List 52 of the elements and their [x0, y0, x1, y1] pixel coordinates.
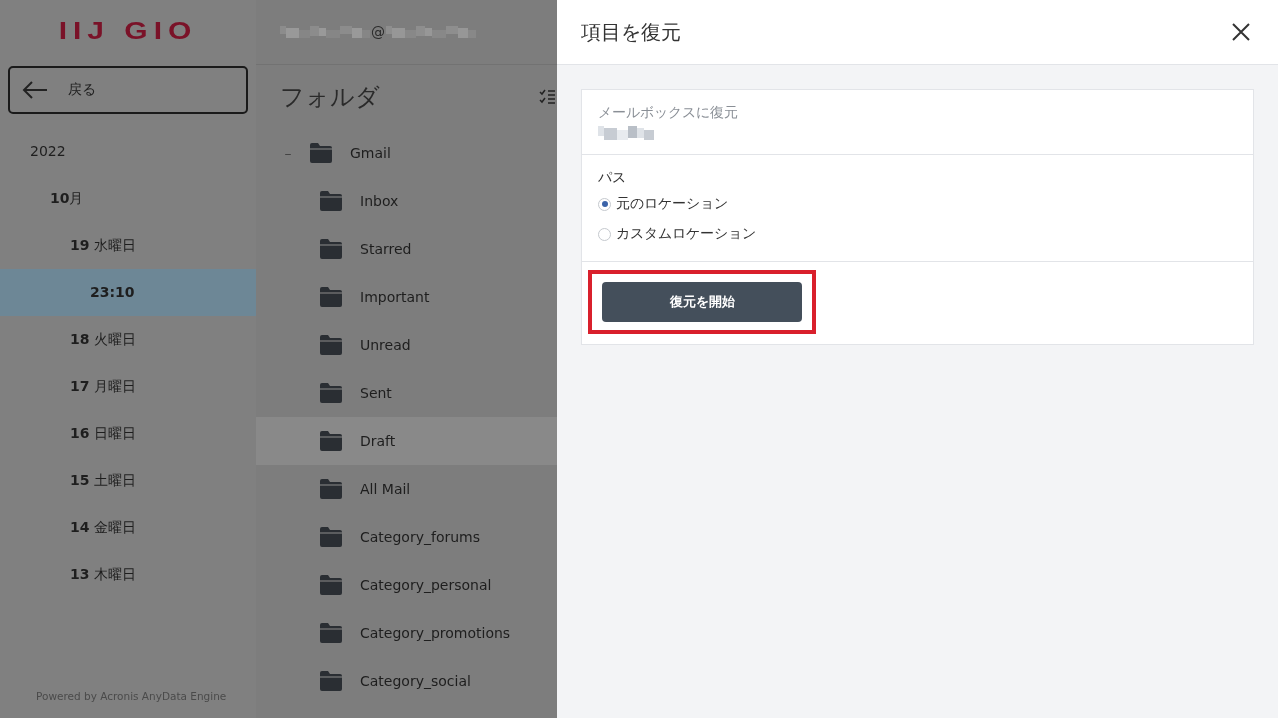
folder-icon — [320, 479, 342, 499]
folder-item[interactable]: Category_forums — [256, 513, 557, 561]
select-list-button[interactable] — [539, 89, 555, 105]
dialog-title: 項目を復元 — [581, 18, 681, 46]
section-label: パス — [598, 169, 626, 187]
folder-item[interactable]: Sent — [256, 369, 557, 417]
folder-icon — [320, 671, 342, 691]
folder-icon — [320, 335, 342, 355]
folder-item[interactable]: – Gmail — [256, 129, 557, 177]
radio-button[interactable] — [598, 197, 611, 211]
folder-item[interactable]: Category_personal — [256, 561, 557, 609]
date-item[interactable]: 19 水曜日 — [0, 222, 256, 269]
radio-option[interactable]: カスタムロケーション — [598, 221, 756, 247]
blurred-text-drawing — [598, 126, 654, 140]
date-item[interactable]: 14 金曜日 — [0, 504, 256, 551]
folder-item[interactable]: All Mail — [256, 465, 557, 513]
folder-item[interactable]: Important — [256, 273, 557, 321]
close-icon — [1232, 23, 1250, 41]
date-item[interactable]: 16 日曜日 — [0, 410, 256, 457]
start-restore-button[interactable]: 復元を開始 — [602, 282, 802, 322]
back-button[interactable]: 戻る — [8, 66, 248, 114]
date-item[interactable]: 13 木曜日 — [0, 551, 256, 598]
arrow-left-icon — [22, 81, 48, 99]
folder-item[interactable]: Draft — [256, 417, 557, 465]
radio-option[interactable]: 元のロケーション — [598, 191, 728, 217]
radio-button[interactable] — [598, 227, 611, 241]
folder-item[interactable]: Category_social — [256, 657, 557, 705]
folder-icon — [320, 623, 342, 643]
date-item[interactable]: 23:10 — [0, 269, 256, 316]
folder-icon — [320, 431, 342, 451]
date-item[interactable]: 17 月曜日 — [0, 363, 256, 410]
folder-icon — [320, 383, 342, 403]
date-item[interactable]: 18 火曜日 — [0, 316, 256, 363]
folder-item[interactable]: Inbox — [256, 177, 557, 225]
date-item[interactable]: 15 土曜日 — [0, 457, 256, 504]
folder-icon — [310, 143, 332, 163]
folders-title: フォルダ — [280, 82, 380, 113]
folder-item[interactable]: Unread — [256, 321, 557, 369]
folder-icon — [320, 287, 342, 307]
checklist-icon — [539, 89, 555, 105]
expand-toggle[interactable]: – — [280, 145, 296, 161]
folder-icon — [320, 239, 342, 259]
folder-icon — [320, 575, 342, 595]
folder-icon — [320, 191, 342, 211]
folder-item[interactable]: Starred — [256, 225, 557, 273]
folder-item[interactable]: Category_promotions — [256, 609, 557, 657]
folder-icon — [320, 527, 342, 547]
logo: IIJ GIO — [58, 16, 198, 46]
date-item[interactable]: 10月 — [0, 175, 256, 222]
section-label: メールボックスに復元 — [598, 104, 738, 122]
date-item[interactable]: 2022 — [0, 128, 256, 175]
account-at-sign: @ — [371, 24, 385, 40]
